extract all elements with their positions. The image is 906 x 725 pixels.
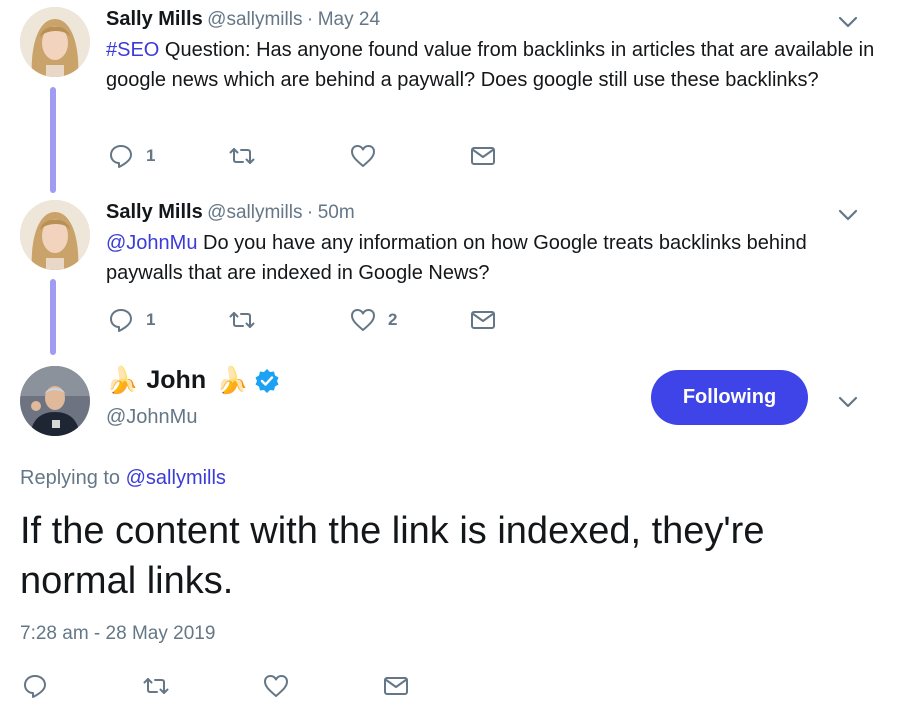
tweet-timestamp[interactable]: 7:28 am - 28 May 2019 (20, 623, 215, 645)
reply-icon (24, 675, 46, 698)
envelope-icon (471, 147, 495, 165)
retweet-icon (229, 312, 255, 328)
heart-icon (351, 309, 375, 331)
reply-icon (110, 309, 132, 332)
avatar-john[interactable] (20, 366, 90, 436)
chevron-down-icon (838, 209, 858, 221)
envelope-icon (384, 677, 408, 695)
main-author-row: 🍌 John 🍌 (106, 365, 280, 396)
tweet-body: Question: Has anyone found value from ba… (106, 39, 875, 91)
retweet-icon (229, 148, 255, 164)
replying-prefix: Replying to (20, 467, 121, 489)
banana-emoji: 🍌 (106, 365, 139, 395)
chevron-down-icon (838, 16, 858, 28)
reply-count: 1 (146, 146, 156, 165)
retweet-button[interactable] (229, 307, 255, 333)
like-button[interactable] (350, 143, 376, 169)
envelope-icon (471, 311, 495, 329)
tweet-time[interactable]: 50m (318, 202, 355, 223)
tweet-header: Sally Mills @sallymills · 50m (106, 201, 355, 224)
banana-emoji: 🍌 (216, 365, 249, 395)
thread-connector (50, 279, 56, 355)
avatar-sally-1[interactable] (20, 7, 90, 77)
tweet-text: @JohnMu Do you have any information on h… (106, 228, 876, 288)
verified-badge-icon (255, 368, 279, 393)
replying-to-link[interactable]: @sallymills (126, 467, 226, 489)
heart-icon (264, 675, 288, 697)
tweet-time[interactable]: May 24 (318, 9, 380, 30)
retweet-button[interactable] (143, 673, 169, 699)
like-button[interactable]: 2 (350, 307, 397, 333)
dm-button[interactable] (470, 143, 496, 169)
chevron-down-icon (838, 396, 858, 408)
reply-count: 1 (146, 310, 156, 329)
reply-button[interactable]: 1 (108, 143, 155, 169)
reply-button[interactable]: 1 (108, 307, 155, 333)
reply-icon (110, 145, 132, 168)
dm-button[interactable] (470, 307, 496, 333)
replying-to: Replying to @sallymills (20, 467, 226, 490)
retweet-icon (143, 678, 169, 694)
like-count: 2 (388, 310, 398, 329)
thread-connector (50, 87, 56, 193)
author-name[interactable]: Sally Mills (106, 8, 203, 30)
main-author-name[interactable]: John (146, 366, 206, 395)
avatar-sally-2[interactable] (20, 200, 90, 270)
hashtag-link[interactable]: #SEO (106, 39, 159, 61)
tweet-text: #SEO Question: Has anyone found value fr… (106, 35, 876, 95)
tweet-body: Do you have any information on how Googl… (106, 232, 807, 284)
author-handle[interactable]: @sallymills (207, 9, 302, 30)
mention-link[interactable]: @JohnMu (106, 232, 197, 254)
retweet-button[interactable] (229, 143, 255, 169)
separator: · (306, 202, 314, 223)
author-handle[interactable]: @sallymills (207, 202, 302, 223)
heart-icon (351, 145, 375, 167)
dm-button[interactable] (383, 673, 409, 699)
tweet-header: Sally Mills @sallymills · May 24 (106, 8, 380, 31)
separator: · (306, 9, 314, 30)
tweet-more-button[interactable] (836, 390, 860, 419)
reply-button[interactable] (22, 673, 48, 699)
main-tweet-text: If the content with the link is indexed,… (20, 510, 765, 602)
like-button[interactable] (263, 673, 289, 699)
following-button[interactable]: Following (651, 370, 808, 425)
author-name[interactable]: Sally Mills (106, 201, 203, 223)
main-author-handle[interactable]: @JohnMu (106, 406, 197, 429)
